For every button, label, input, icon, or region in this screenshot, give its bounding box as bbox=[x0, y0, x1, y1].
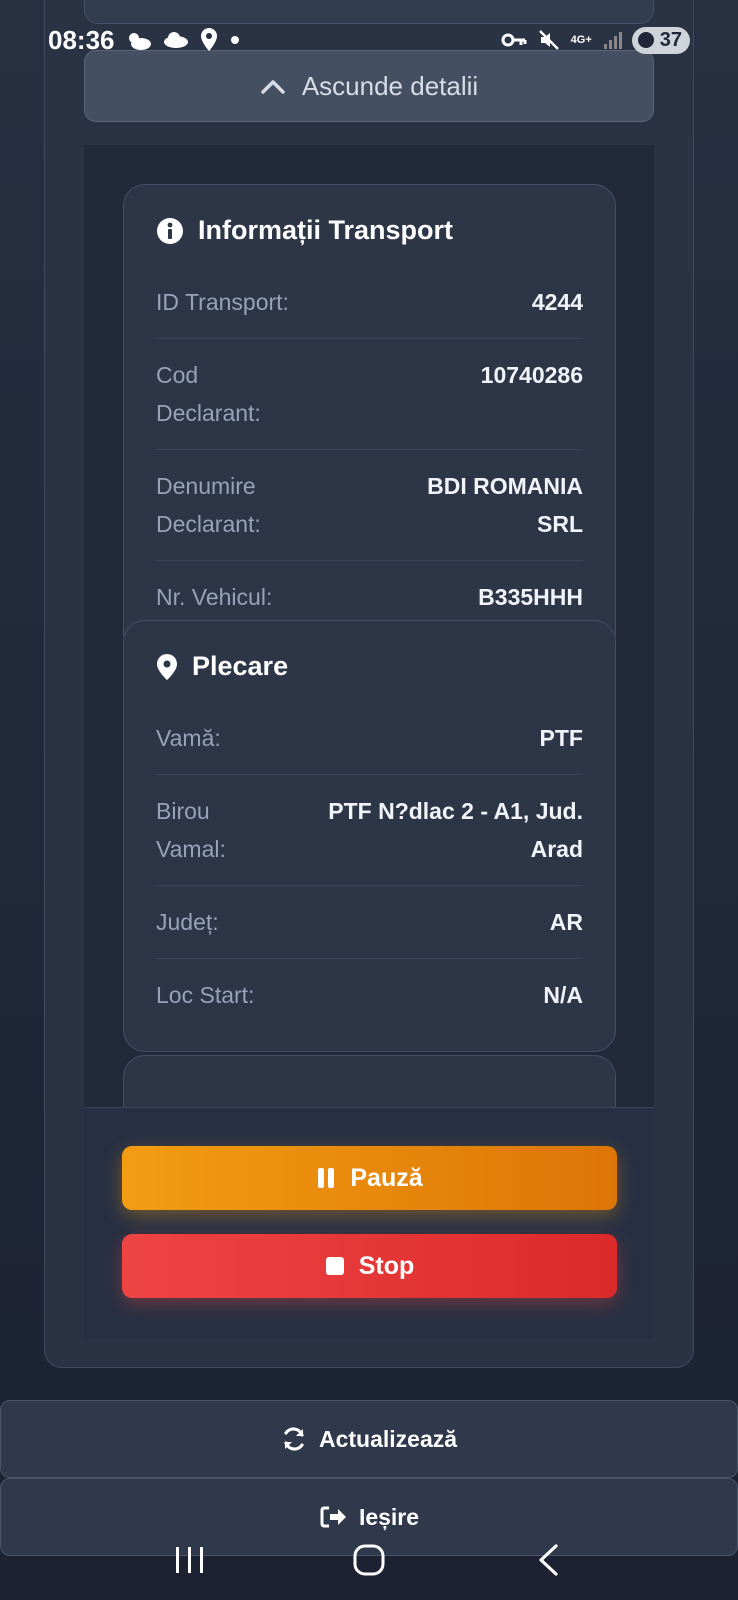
action-bar: Pauză Stop bbox=[84, 1107, 654, 1339]
info-icon bbox=[157, 217, 183, 244]
app-screen: 08:36 4G+ 37 Ascunde detalii Informații … bbox=[0, 0, 738, 1600]
location-icon bbox=[200, 28, 217, 51]
map-pin-icon bbox=[157, 653, 177, 680]
info-row-cod-declarant: Cod Declarant: 10740286 bbox=[156, 339, 583, 450]
home-icon bbox=[353, 1544, 385, 1576]
departure-row-judet: Județ: AR bbox=[156, 886, 583, 959]
weather-icon bbox=[128, 33, 151, 50]
departure-card-title: Plecare bbox=[192, 651, 289, 681]
info-row-denumire-declarant: Denumire Declarant: BDI ROMANIA SRL bbox=[156, 450, 583, 561]
recent-apps-button[interactable] bbox=[160, 1530, 220, 1590]
home-button[interactable] bbox=[339, 1530, 399, 1590]
update-label: Actualizează bbox=[318, 1425, 458, 1452]
status-bar: 08:36 4G+ 37 bbox=[48, 22, 690, 58]
previous-section bbox=[84, 0, 654, 24]
mute-icon bbox=[538, 30, 559, 50]
update-button[interactable]: Actualizează bbox=[0, 1400, 738, 1478]
next-card-partial bbox=[123, 1055, 616, 1107]
hide-details-button[interactable]: Ascunde detalii bbox=[84, 50, 654, 122]
pause-icon bbox=[318, 1168, 335, 1188]
transport-card-title: Informații Transport bbox=[198, 215, 454, 245]
back-button[interactable] bbox=[518, 1530, 578, 1590]
stop-label: Stop bbox=[358, 1251, 415, 1280]
dot-icon bbox=[230, 36, 239, 44]
signal-icon bbox=[603, 32, 622, 49]
details-scroll-area[interactable]: Informații Transport ID Transport: 4244 … bbox=[84, 145, 654, 1107]
chevron-up-icon bbox=[261, 80, 285, 94]
key-icon bbox=[501, 33, 527, 47]
hide-details-label: Ascunde detalii bbox=[301, 70, 479, 101]
system-nav-bar bbox=[0, 1520, 738, 1600]
pause-button[interactable]: Pauză bbox=[122, 1146, 617, 1210]
info-row-id-transport: ID Transport: 4244 bbox=[156, 266, 583, 339]
stop-icon bbox=[325, 1257, 344, 1275]
recent-apps-icon bbox=[175, 1547, 203, 1573]
departure-row-vama: Vamă: PTF bbox=[156, 702, 583, 775]
departure-row-birou-vamal: Birou Vamal: PTF N?dlac 2 - A1, Jud. Ara… bbox=[156, 775, 583, 886]
stop-button[interactable]: Stop bbox=[122, 1234, 617, 1298]
pause-label: Pauză bbox=[350, 1163, 423, 1192]
back-icon bbox=[539, 1544, 558, 1576]
transport-info-card: Informații Transport ID Transport: 4244 … bbox=[123, 184, 616, 654]
departure-row-loc-start: Loc Start: N/A bbox=[156, 982, 583, 1008]
network-type: 4G+ bbox=[570, 34, 592, 46]
refresh-icon bbox=[284, 1427, 304, 1451]
departure-card: Plecare Vamă: PTF Birou Vamal: PTF N?dla… bbox=[123, 620, 616, 1052]
battery-saver-icon bbox=[637, 31, 654, 48]
cloud-icon bbox=[163, 32, 188, 48]
battery-indicator: 37 bbox=[631, 26, 690, 54]
status-time: 08:36 bbox=[48, 24, 115, 55]
